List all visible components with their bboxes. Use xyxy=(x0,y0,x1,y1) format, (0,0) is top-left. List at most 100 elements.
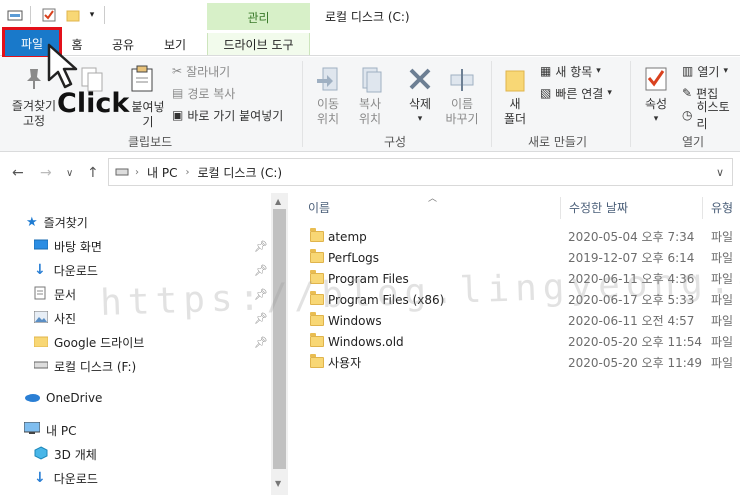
pin-icon[interactable]: 📌︎ xyxy=(254,240,268,253)
recent-locations-icon[interactable]: ∨ xyxy=(66,168,73,179)
paste-shortcut-button[interactable]: ▣ 바로 가기 붙여넣기 xyxy=(172,106,283,124)
folder-icon xyxy=(310,228,324,242)
pin-icon xyxy=(22,65,46,95)
star-icon: ★ xyxy=(26,214,38,230)
breadcrumb-drive[interactable]: 로컬 디스크 (C:) xyxy=(197,164,282,181)
computer-icon xyxy=(23,421,41,438)
up-arrow-icon[interactable]: ↑ xyxy=(87,165,99,181)
file-name: PerfLogs xyxy=(328,250,380,265)
delete-label: 삭제 xyxy=(408,97,432,111)
forward-arrow-icon[interactable]: → xyxy=(40,165,52,181)
move-to-label-2: 위치 xyxy=(316,112,340,126)
pin-quick-label-2: 고정 xyxy=(22,114,46,128)
back-arrow-icon[interactable]: ← xyxy=(12,165,24,181)
copy-to-label-2: 위치 xyxy=(358,112,382,126)
3d-objects-icon xyxy=(34,445,48,463)
pictures-icon xyxy=(33,310,49,326)
delete-icon xyxy=(407,65,433,97)
column-header-name[interactable]: 이름 xyxy=(308,193,330,221)
move-to-icon xyxy=(315,65,341,97)
address-dropdown-icon[interactable]: ∨ xyxy=(716,166,724,179)
group-separator xyxy=(630,61,631,147)
copy-path-button[interactable]: ▤ 경로 복사 xyxy=(172,84,235,102)
table-row[interactable]: atemp 2020-05-04 오후 7:34 파일 xyxy=(290,226,740,247)
download-icon: ↓ xyxy=(34,470,46,486)
rename-button[interactable]: 이름 바꾸기 xyxy=(442,65,482,127)
cut-label: 잘라내기 xyxy=(186,64,231,79)
file-name: 사용자 xyxy=(328,356,362,370)
rename-icon xyxy=(449,65,475,97)
new-folder-quick-icon[interactable] xyxy=(64,6,82,24)
sidebar-label: 바탕 화면 xyxy=(54,239,102,254)
file-type: 파일 xyxy=(711,356,734,370)
sidebar-label: 로컬 디스크 (F:) xyxy=(54,359,137,374)
sidebar-label: OneDrive xyxy=(46,391,103,405)
sidebar-item-quick-access[interactable]: ★ 즐겨찾기 xyxy=(0,211,271,233)
scroll-down-icon[interactable]: ▼ xyxy=(275,479,281,488)
download-icon: ↓ xyxy=(34,262,46,278)
breadcrumb-chevron-icon[interactable]: › xyxy=(185,167,189,178)
open-label: 열기 xyxy=(697,64,720,79)
mouse-cursor-icon xyxy=(46,42,82,93)
tab-share[interactable]: 공유 xyxy=(103,33,143,55)
open-button[interactable]: ▥ 열기 ▾ xyxy=(682,62,728,80)
sidebar-scrollbar[interactable]: ▲ ▼ xyxy=(271,193,288,495)
open-icon: ▥ xyxy=(682,64,694,78)
explorer-app-icon[interactable] xyxy=(6,6,24,24)
table-row[interactable]: 사용자 2020-05-20 오후 11:49 파일 xyxy=(290,352,740,373)
sidebar-label: 내 PC xyxy=(46,423,77,438)
navigation-pane: ★ 즐겨찾기 바탕 화면 📌︎ ↓ 다운로드 📌︎ 문서 📌︎ 사진 📌︎ Go… xyxy=(0,195,271,495)
breadcrumb-chevron-icon[interactable]: › xyxy=(135,167,139,178)
new-item-button[interactable]: ▦ 새 항목 ▾ xyxy=(540,62,601,80)
address-bar[interactable]: › 내 PC › 로컬 디스크 (C:) ∨ xyxy=(108,158,733,186)
pin-icon[interactable]: 📌︎ xyxy=(254,264,268,277)
breadcrumb-this-pc[interactable]: 내 PC xyxy=(147,164,177,181)
scrollbar-thumb[interactable] xyxy=(273,209,286,469)
open-dropdown-icon: ▾ xyxy=(723,66,728,76)
properties-icon xyxy=(643,65,669,97)
clipboard-group-label: 클립보드 xyxy=(128,135,173,149)
manage-tab[interactable]: 관리 xyxy=(207,3,310,31)
tab-drive-tools[interactable]: 드라이브 도구 xyxy=(207,33,310,55)
column-header-modified[interactable]: 수정한 날짜 xyxy=(569,193,628,221)
history-button[interactable]: ◷ 히스토리 xyxy=(682,100,740,131)
folder-icon xyxy=(310,249,324,263)
sidebar-item-google-drive[interactable]: Google 드라이브 📌︎ xyxy=(0,331,271,353)
sidebar-item-local-disk-f[interactable]: 로컬 디스크 (F:) xyxy=(0,355,271,377)
pin-icon[interactable]: 📌︎ xyxy=(254,336,268,349)
new-folder-label-1: 새 xyxy=(509,97,521,111)
column-separator[interactable] xyxy=(560,197,561,219)
window-title: 로컬 디스크 (C:) xyxy=(325,10,410,24)
cut-button[interactable]: ✂ 잘라내기 xyxy=(172,62,230,80)
move-to-button[interactable]: 이동 위치 xyxy=(310,65,346,127)
sidebar-item-onedrive[interactable]: OneDrive xyxy=(0,387,271,409)
new-folder-icon xyxy=(503,65,527,97)
file-date: 2020-05-04 오후 7:34 xyxy=(568,230,695,244)
qa-separator xyxy=(104,6,105,24)
sidebar-item-pc-downloads[interactable]: ↓ 다운로드 xyxy=(0,467,271,489)
column-separator[interactable] xyxy=(702,197,703,219)
properties-dropdown-icon[interactable]: ▾ xyxy=(638,112,674,127)
sidebar-item-this-pc[interactable]: 내 PC xyxy=(0,419,271,441)
easy-access-button[interactable]: ▧ 빠른 연결 ▾ xyxy=(540,84,612,102)
new-folder-button[interactable]: 새 폴더 xyxy=(498,65,532,127)
properties-quick-icon[interactable] xyxy=(40,6,58,24)
scissors-icon: ✂ xyxy=(172,64,183,78)
delete-button[interactable]: 삭제 ▾ xyxy=(402,65,438,127)
copy-to-button[interactable]: 복사 위치 xyxy=(352,65,388,127)
sidebar-item-3d-objects[interactable]: 3D 개체 xyxy=(0,443,271,465)
file-date: 2020-06-11 오전 4:57 xyxy=(568,314,695,328)
organize-group-label: 구성 xyxy=(384,135,407,149)
delete-dropdown-icon[interactable]: ▾ xyxy=(402,112,438,127)
folder-icon xyxy=(33,335,49,350)
table-row[interactable]: Windows.old 2020-05-20 오후 11:54 파일 xyxy=(290,331,740,352)
customize-qa-icon[interactable]: ▾ xyxy=(86,6,98,24)
easy-access-icon: ▧ xyxy=(540,86,552,100)
file-type: 파일 xyxy=(711,335,734,349)
scroll-up-icon[interactable]: ▲ xyxy=(275,197,281,206)
sidebar-label: 사진 xyxy=(54,311,77,326)
column-header-type[interactable]: 유형 xyxy=(711,193,733,221)
sidebar-item-desktop[interactable]: 바탕 화면 📌︎ xyxy=(0,235,271,257)
properties-button[interactable]: 속성 ▾ xyxy=(638,65,674,127)
tab-view[interactable]: 보기 xyxy=(155,33,195,55)
